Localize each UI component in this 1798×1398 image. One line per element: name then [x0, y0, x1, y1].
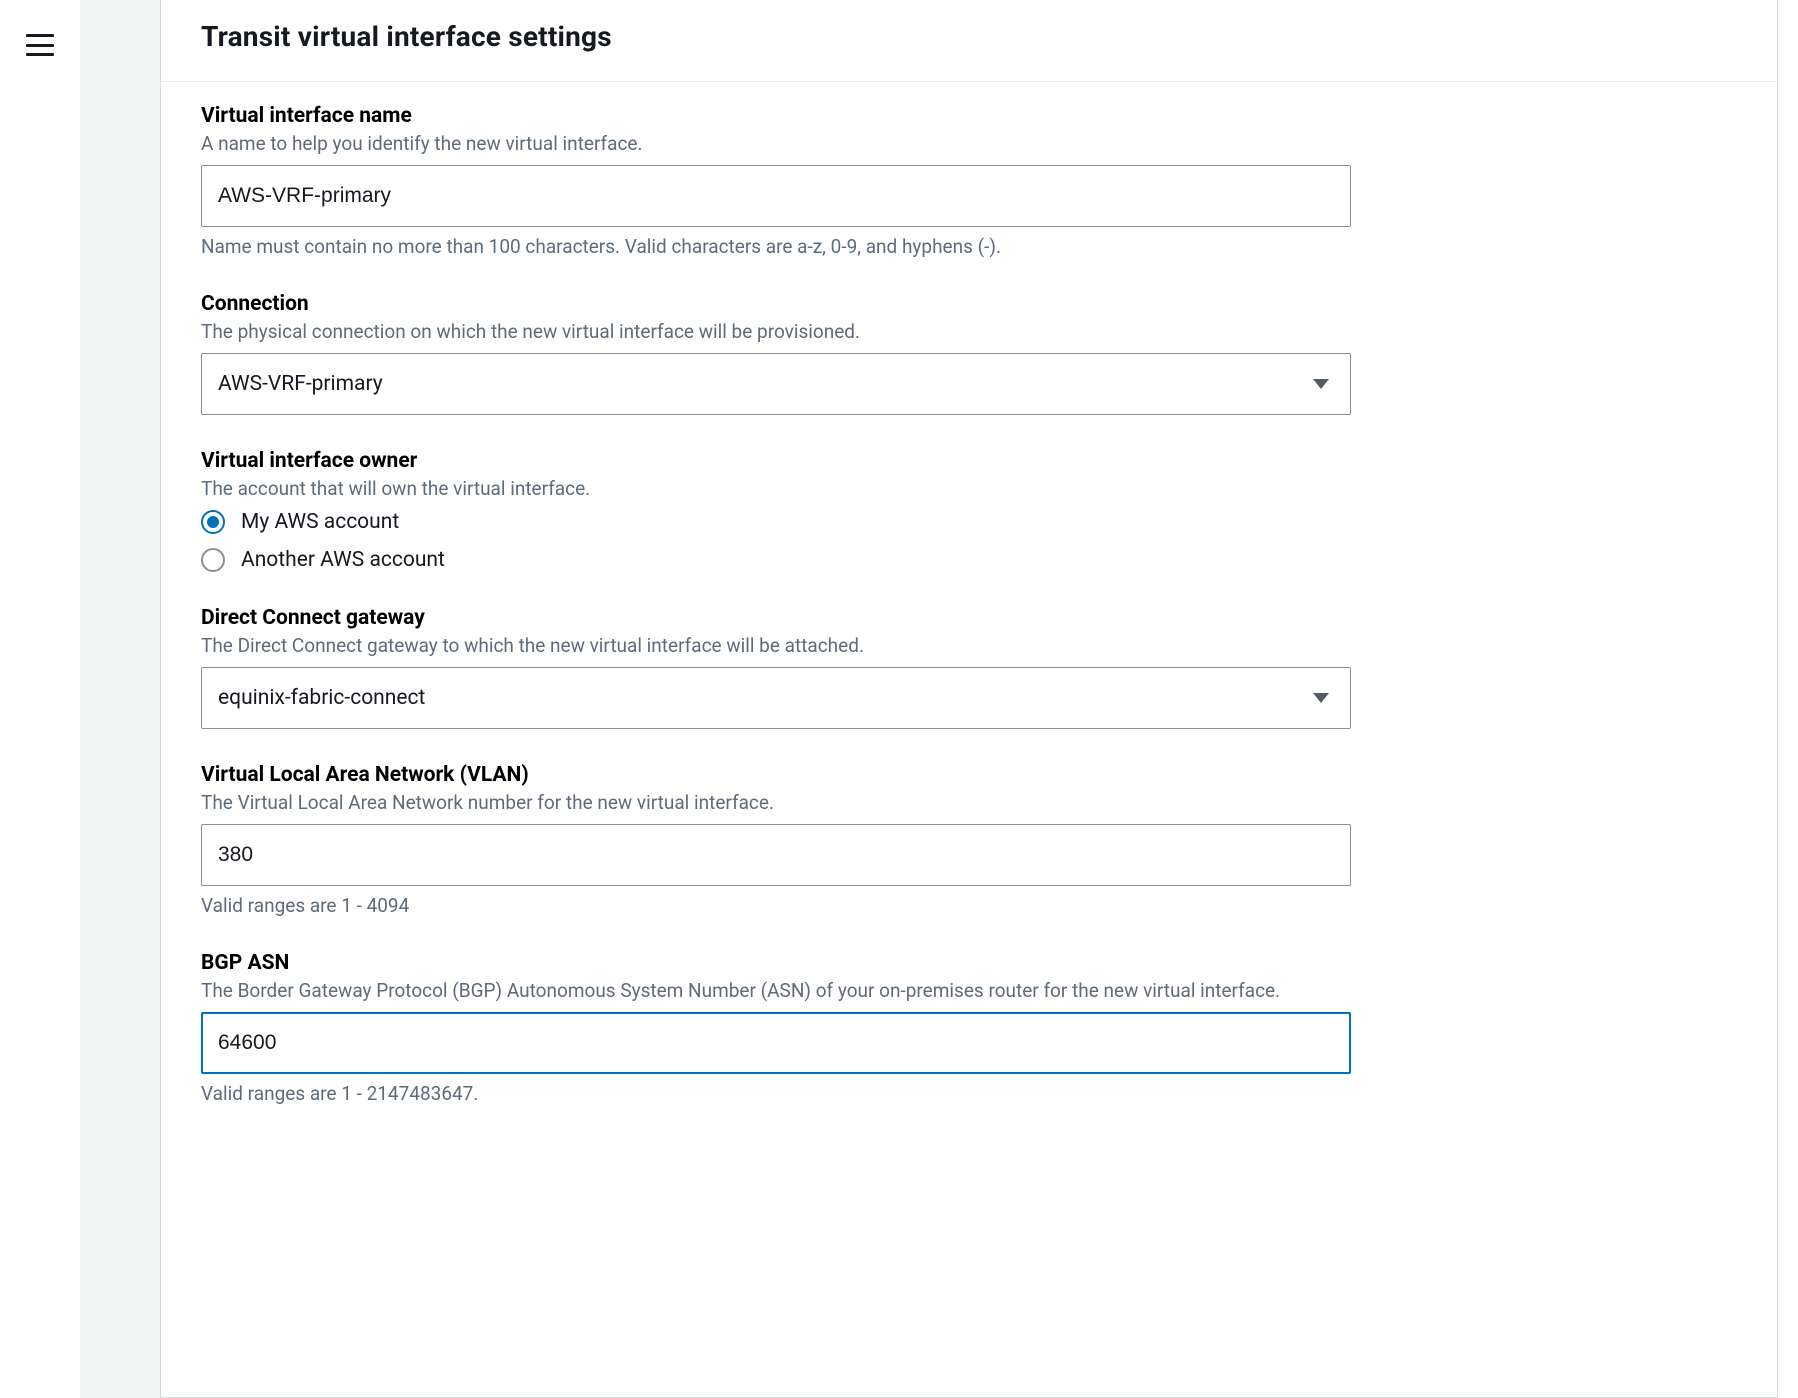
- owner-radio-other-label: Another AWS account: [241, 548, 445, 572]
- owner-label: Virtual interface owner: [201, 449, 1737, 473]
- vif-name-desc: A name to help you identify the new virt…: [201, 132, 1737, 155]
- gateway-desc: The Direct Connect gateway to which the …: [201, 634, 1737, 657]
- bgp-asn-helper: Valid ranges are 1 - 2147483647.: [201, 1082, 1737, 1105]
- bgp-asn-input[interactable]: [201, 1012, 1351, 1074]
- gateway-label: Direct Connect gateway: [201, 606, 1737, 630]
- menu-toggle-button[interactable]: [26, 34, 54, 56]
- radio-unchecked-icon: [201, 548, 225, 572]
- field-bgp-asn: BGP ASN The Border Gateway Protocol (BGP…: [201, 951, 1737, 1105]
- connection-selected-value: AWS-VRF-primary: [218, 372, 383, 396]
- field-owner: Virtual interface owner The account that…: [201, 449, 1737, 572]
- vlan-input[interactable]: [201, 824, 1351, 886]
- radio-checked-icon: [201, 510, 225, 534]
- field-connection: Connection The physical connection on wh…: [201, 292, 1737, 415]
- owner-radio-my-label: My AWS account: [241, 510, 399, 534]
- field-virtual-interface-name: Virtual interface name A name to help yo…: [201, 104, 1737, 258]
- settings-panel: Transit virtual interface settings Virtu…: [160, 0, 1778, 1398]
- connection-label: Connection: [201, 292, 1737, 316]
- vlan-desc: The Virtual Local Area Network number fo…: [201, 791, 1737, 814]
- bgp-asn-label: BGP ASN: [201, 951, 1737, 975]
- left-gutter: [80, 0, 160, 1398]
- owner-radio-another-account[interactable]: Another AWS account: [201, 548, 1737, 572]
- vif-name-helper: Name must contain no more than 100 chara…: [201, 235, 1737, 258]
- vlan-label: Virtual Local Area Network (VLAN): [201, 763, 1737, 787]
- field-gateway: Direct Connect gateway The Direct Connec…: [201, 606, 1737, 729]
- gateway-selected-value: equinix-fabric-connect: [218, 686, 425, 710]
- connection-select[interactable]: AWS-VRF-primary: [201, 353, 1351, 415]
- owner-desc: The account that will own the virtual in…: [201, 477, 1737, 500]
- owner-radio-my-account[interactable]: My AWS account: [201, 510, 1737, 534]
- panel-title: Transit virtual interface settings: [201, 20, 1737, 53]
- bgp-asn-desc: The Border Gateway Protocol (BGP) Autono…: [201, 979, 1737, 1002]
- connection-desc: The physical connection on which the new…: [201, 320, 1737, 343]
- vif-name-input[interactable]: [201, 165, 1351, 227]
- vif-name-label: Virtual interface name: [201, 104, 1737, 128]
- gateway-select[interactable]: equinix-fabric-connect: [201, 667, 1351, 729]
- field-vlan: Virtual Local Area Network (VLAN) The Vi…: [201, 763, 1737, 917]
- vlan-helper: Valid ranges are 1 - 4094: [201, 894, 1737, 917]
